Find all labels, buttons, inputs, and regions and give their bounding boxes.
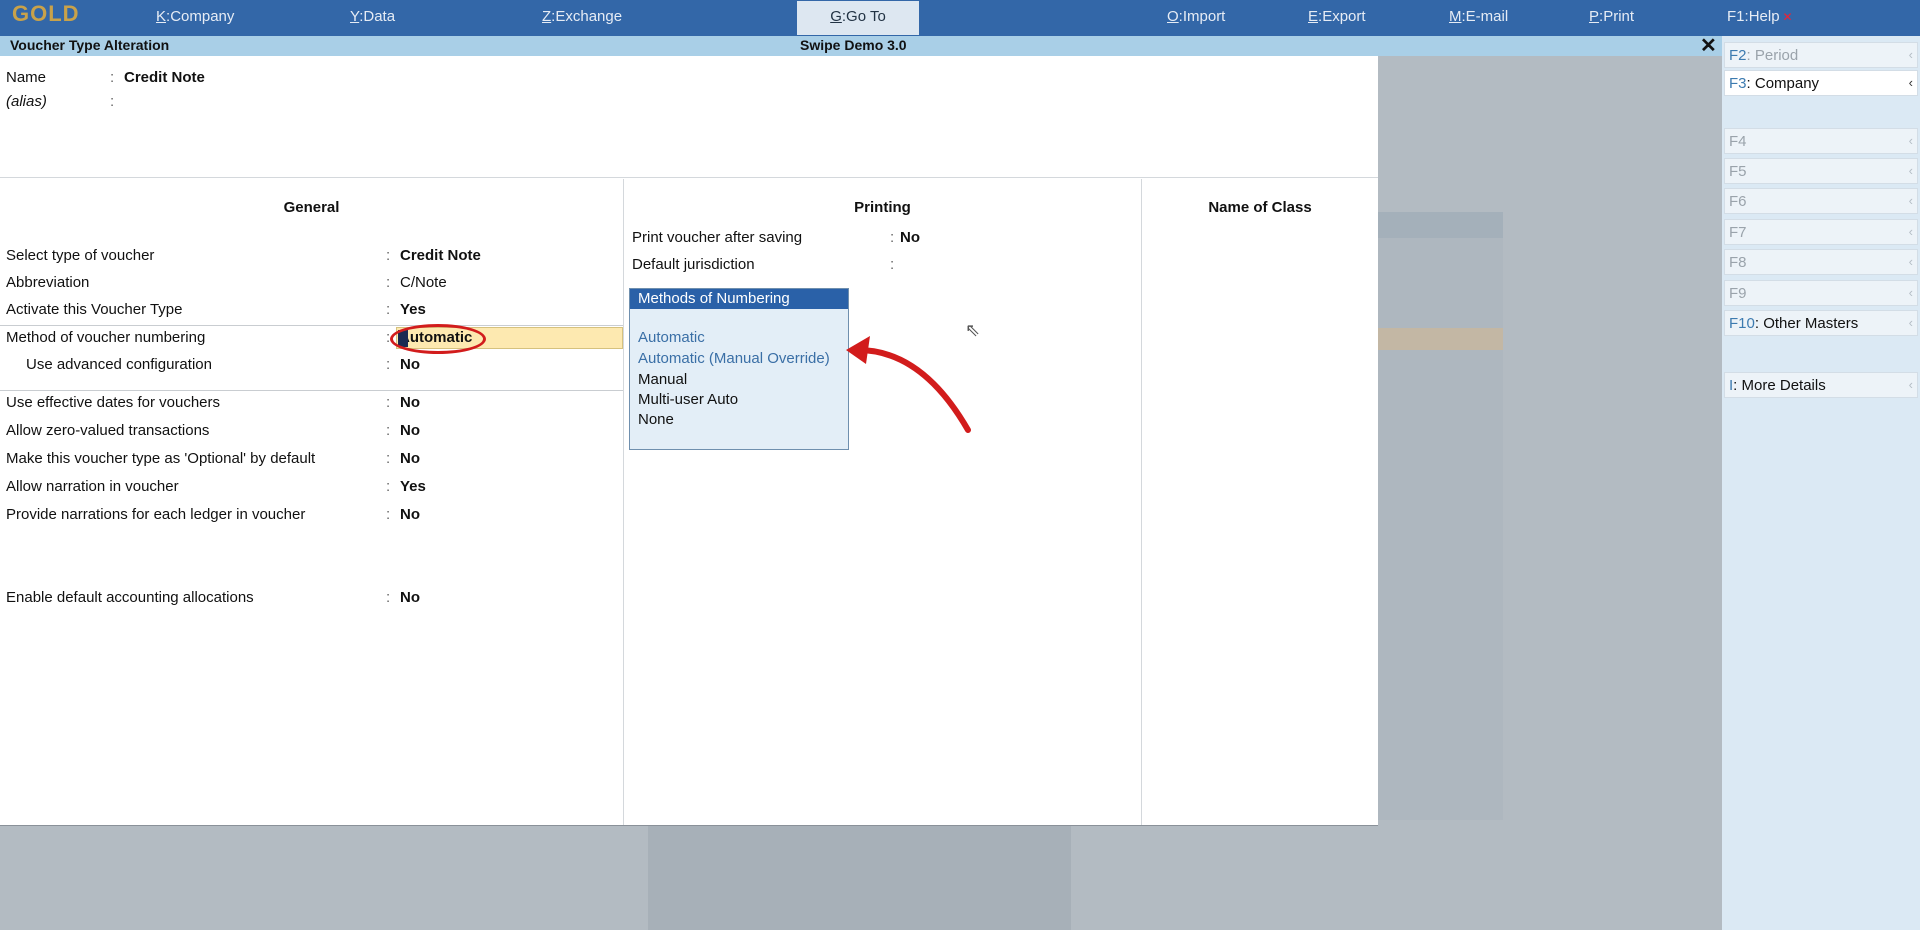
row-print-after-saving[interactable]: Print voucher after saving : No <box>632 229 920 246</box>
row-abbreviation[interactable]: Abbreviation: C/Note <box>0 272 623 294</box>
sidebar-button-other-masters[interactable]: F10: Other Masters ‹ <box>1724 310 1918 336</box>
alias-label: (alias) <box>6 93 47 110</box>
list-item[interactable]: None <box>638 411 674 428</box>
menu-go-to[interactable]: G:Go To <box>797 1 919 35</box>
row-use-advanced-configuration[interactable]: Use advanced configuration: No <box>0 354 623 376</box>
column-divider <box>623 179 624 825</box>
sidebar-button-f9[interactable]: F9 ‹ <box>1724 280 1918 306</box>
menu-print[interactable]: P:Print <box>1589 8 1634 25</box>
methods-of-numbering-list: Methods of Numbering Automatic Automatic… <box>629 288 849 450</box>
row-narration-each-ledger[interactable]: Provide narrations for each ledger in vo… <box>0 504 623 526</box>
window-title-bar: Voucher Type Alteration Swipe Demo 3.0 ✕ <box>0 33 1722 58</box>
annotation-arrow-icon <box>846 336 971 433</box>
printing-heading: Printing <box>854 199 911 216</box>
company-name: Swipe Demo 3.0 <box>800 37 907 53</box>
menu-company[interactable]: K:Company <box>156 8 234 25</box>
name-field[interactable]: Credit Note <box>124 69 205 86</box>
row-allow-zero-valued[interactable]: Allow zero-valued transactions: No <box>0 420 623 442</box>
form-header: Name : Credit Note (alias) : <box>0 56 1378 178</box>
sidebar-button-f8[interactable]: F8 ‹ <box>1724 249 1918 275</box>
top-menu-bar: GOLD K:Company Y:Data Z:Exchange G:Go To… <box>0 0 1920 36</box>
help-badge-icon: ✕ <box>1782 10 1793 24</box>
menu-email[interactable]: M:E-mail <box>1449 8 1508 25</box>
sidebar-button-period[interactable]: F2: Period ‹ <box>1724 42 1918 68</box>
row-activate-voucher-type[interactable]: Activate this Voucher Type: Yes <box>0 299 623 321</box>
row-default-accounting-allocations[interactable]: Enable default accounting allocations: N… <box>0 587 623 609</box>
menu-data[interactable]: Y:Data <box>350 8 395 25</box>
sidebar-button-company[interactable]: F3: Company ‹ <box>1724 70 1918 96</box>
chevron-left-icon: ‹ <box>1908 377 1913 392</box>
sidebar-button-more-details[interactable]: I: More Details ‹ <box>1724 372 1918 398</box>
column-divider <box>1141 179 1142 825</box>
menu-import[interactable]: O:Import <box>1167 8 1225 25</box>
chevron-left-icon: ‹ <box>1908 75 1913 90</box>
name-label: Name <box>6 69 47 86</box>
chevron-left-icon: ‹ <box>1908 285 1913 300</box>
menu-export[interactable]: E:Export <box>1308 8 1366 25</box>
list-item[interactable]: Manual <box>638 371 687 388</box>
menu-help[interactable]: F1:Help ✕ <box>1727 8 1793 25</box>
row-allow-narration[interactable]: Allow narration in voucher: Yes <box>0 476 623 498</box>
screen-title: Voucher Type Alteration <box>10 37 170 53</box>
menu-exchange[interactable]: Z:Exchange <box>542 8 622 25</box>
chevron-left-icon: ‹ <box>1908 254 1913 269</box>
list-item[interactable]: Multi-user Auto <box>638 391 738 408</box>
mouse-pointer-icon: ⇖ <box>965 320 981 340</box>
popup-title: Methods of Numbering <box>630 289 848 309</box>
sidebar-button-f6[interactable]: F6 ‹ <box>1724 188 1918 214</box>
product-logo: GOLD <box>12 1 80 26</box>
row-default-jurisdiction[interactable]: Default jurisdiction : <box>632 256 894 273</box>
name-of-class-heading: Name of Class <box>1208 199 1312 216</box>
list-item[interactable]: Automatic <box>638 329 705 346</box>
row-optional-by-default[interactable]: Make this voucher type as 'Optional' by … <box>0 448 623 470</box>
chevron-left-icon: ‹ <box>1908 163 1913 178</box>
general-heading: General <box>283 199 340 216</box>
close-icon[interactable]: ✕ <box>1700 33 1717 58</box>
list-item[interactable]: Automatic (Manual Override) <box>638 350 830 367</box>
annotation-highlight-ellipse <box>390 324 486 354</box>
sidebar-button-f5[interactable]: F5 ‹ <box>1724 158 1918 184</box>
chevron-left-icon: ‹ <box>1908 315 1913 330</box>
chevron-left-icon: ‹ <box>1908 133 1913 148</box>
row-use-effective-dates[interactable]: Use effective dates for vouchers: No <box>0 392 623 414</box>
function-key-sidebar: F2: Period ‹ F3: Company ‹ F4 ‹ F5 ‹ F6 ‹ F7 ‹… <box>1722 36 1920 930</box>
chevron-left-icon: ‹ <box>1908 224 1913 239</box>
sidebar-button-f4[interactable]: F4 ‹ <box>1724 128 1918 154</box>
row-select-type-of-voucher[interactable]: Select type of voucher: Credit Note <box>0 245 623 267</box>
chevron-left-icon: ‹ <box>1908 193 1913 208</box>
sidebar-button-f7[interactable]: F7 ‹ <box>1724 219 1918 245</box>
chevron-left-icon: ‹ <box>1908 47 1913 62</box>
